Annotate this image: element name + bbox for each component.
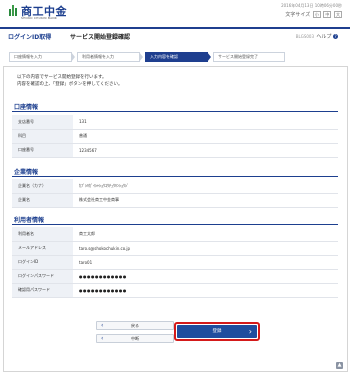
help-link[interactable]: ヘルプ ? xyxy=(316,33,338,40)
row-label: 口座番号 xyxy=(12,143,73,158)
intro-message: 以下の内容でサービス開始登録を行います。 内容を確認の上、「登録」ボタンを押して… xyxy=(17,75,122,88)
step-label: 口座情報を入力 xyxy=(14,54,42,59)
screen-id: BLGS003 xyxy=(295,34,314,39)
cancel-button[interactable]: ‹ 中断 xyxy=(96,334,174,343)
login-password-value: ●●●●●●●●●●●● xyxy=(73,269,338,284)
account-section-title: 口座情報 xyxy=(14,104,39,111)
chevron-left-icon: ‹ xyxy=(101,322,104,329)
table-row: ログインID taro01 xyxy=(12,255,338,270)
intro-line: 内容を確認の上、「登録」ボタンを押してください。 xyxy=(17,81,123,87)
cancel-button-label: 中断 xyxy=(131,336,139,341)
account-type-value: 普通 xyxy=(73,129,338,144)
row-label: 企業名（カナ） xyxy=(12,179,73,194)
step-confirm: 入力内容を確認 xyxy=(145,52,211,62)
bank-logo[interactable]: 商工中金 SHOKO CHUKIN BANK xyxy=(9,3,67,23)
section-divider xyxy=(12,176,338,177)
company-name-kana-value: ｶﾌﾞｼｷｶﾞｲｼｬｼｮｳｺｳﾁｭｳｷﾝｼｮｳｼﾞ xyxy=(73,179,338,194)
row-label: 企業名 xyxy=(12,193,73,208)
row-label: 確認用パスワード xyxy=(12,283,73,298)
company-name-value: 株式会社商工中金商事 xyxy=(73,193,338,208)
help-label: ヘルプ xyxy=(316,34,332,40)
header-divider xyxy=(0,27,350,29)
font-size-small-button[interactable]: 小 xyxy=(312,11,321,18)
row-label: 利用者名 xyxy=(12,227,73,242)
section-divider xyxy=(12,224,338,225)
chevron-right-icon: › xyxy=(248,327,252,336)
table-row: 企業名 株式会社商工中金商事 xyxy=(12,193,338,208)
font-size-label: 文字サイズ xyxy=(285,12,311,18)
branch-number-value: 131 xyxy=(73,115,338,130)
user-info-table: 利用者名 商工太郎 メールアドレス taro.s@shokochukin.co.… xyxy=(12,227,338,298)
row-label: ログインパスワード xyxy=(12,269,73,284)
table-row: 科目 普通 xyxy=(12,129,338,144)
step-user-input: 利用者情報を入力 xyxy=(77,52,143,62)
section-name: ログインID取得 xyxy=(8,34,52,41)
row-label: 科目 xyxy=(12,129,73,144)
company-section-title: 企業情報 xyxy=(14,169,39,176)
back-button[interactable]: ‹ 戻る xyxy=(96,321,174,330)
help-icon: ? xyxy=(333,34,338,39)
table-row: 支店番号 131 xyxy=(12,115,338,130)
account-number-value: 1234567 xyxy=(73,143,338,158)
login-id-value: taro01 xyxy=(73,255,338,270)
page-title: サービス開始登録確認 xyxy=(70,34,131,41)
user-section-title: 利用者情報 xyxy=(14,217,45,224)
confirm-password-value: ●●●●●●●●●●●● xyxy=(73,283,338,298)
font-size-large-button[interactable]: 大 xyxy=(334,11,342,18)
row-label: 支店番号 xyxy=(12,115,73,130)
account-info-table: 支店番号 131 科目 普通 口座番号 1234567 xyxy=(12,115,338,158)
row-label: ログインID xyxy=(12,255,73,270)
company-info-table: 企業名（カナ） ｶﾌﾞｼｷｶﾞｲｼｬｼｮｳｺｳﾁｭｳｷﾝｼｮｳｼﾞ 企業名 株式… xyxy=(12,179,338,208)
font-size-medium-button[interactable]: 中 xyxy=(323,11,332,18)
step-label: 利用者情報を入力 xyxy=(82,54,114,59)
site-header: 商工中金 SHOKO CHUKIN BANK 2016年04月13日 10時06… xyxy=(0,0,350,26)
table-row: 確認用パスワード ●●●●●●●●●●●● xyxy=(12,283,338,298)
table-row: 利用者名 商工太郎 xyxy=(12,227,338,242)
chevron-left-icon: ‹ xyxy=(101,335,104,342)
email-value: taro.s@shokochukin.co.jp xyxy=(73,241,338,256)
user-name-value: 商工太郎 xyxy=(73,227,338,242)
logo-mark-icon xyxy=(9,4,18,16)
table-row: 口座番号 1234567 xyxy=(12,143,338,158)
page-top-button[interactable]: ▲ xyxy=(336,362,343,369)
step-complete: サービス開始登録完了 xyxy=(213,52,285,62)
step-label: サービス開始登録完了 xyxy=(218,54,258,59)
register-button-label: 登録 xyxy=(212,329,222,334)
font-size-control: 文字サイズ 小 中 大 xyxy=(285,11,342,18)
page-title-bar: ログインID取得 サービス開始登録確認 BLGS003 ヘルプ ? xyxy=(8,31,342,45)
row-label: メールアドレス xyxy=(12,241,73,256)
back-button-label: 戻る xyxy=(131,323,139,328)
table-row: メールアドレス taro.s@shokochukin.co.jp xyxy=(12,241,338,256)
table-row: ログインパスワード ●●●●●●●●●●●● xyxy=(12,269,338,284)
register-button[interactable]: 登録 › xyxy=(177,325,257,338)
login-datetime: 2016年04月13日 10時06分00秒 xyxy=(281,3,342,8)
step-account-input: 口座情報を入力 xyxy=(9,52,75,62)
section-divider xyxy=(12,111,338,112)
step-label: 入力内容を確認 xyxy=(150,54,178,59)
logo-subtext: SHOKO CHUKIN BANK xyxy=(21,16,57,20)
table-row: 企業名（カナ） ｶﾌﾞｼｷｶﾞｲｼｬｼｮｳｺｳﾁｭｳｷﾝｼｮｳｼﾞ xyxy=(12,179,338,194)
progress-steps: 口座情報を入力 利用者情報を入力 入力内容を確認 サービス開始登録完了 xyxy=(9,52,343,63)
